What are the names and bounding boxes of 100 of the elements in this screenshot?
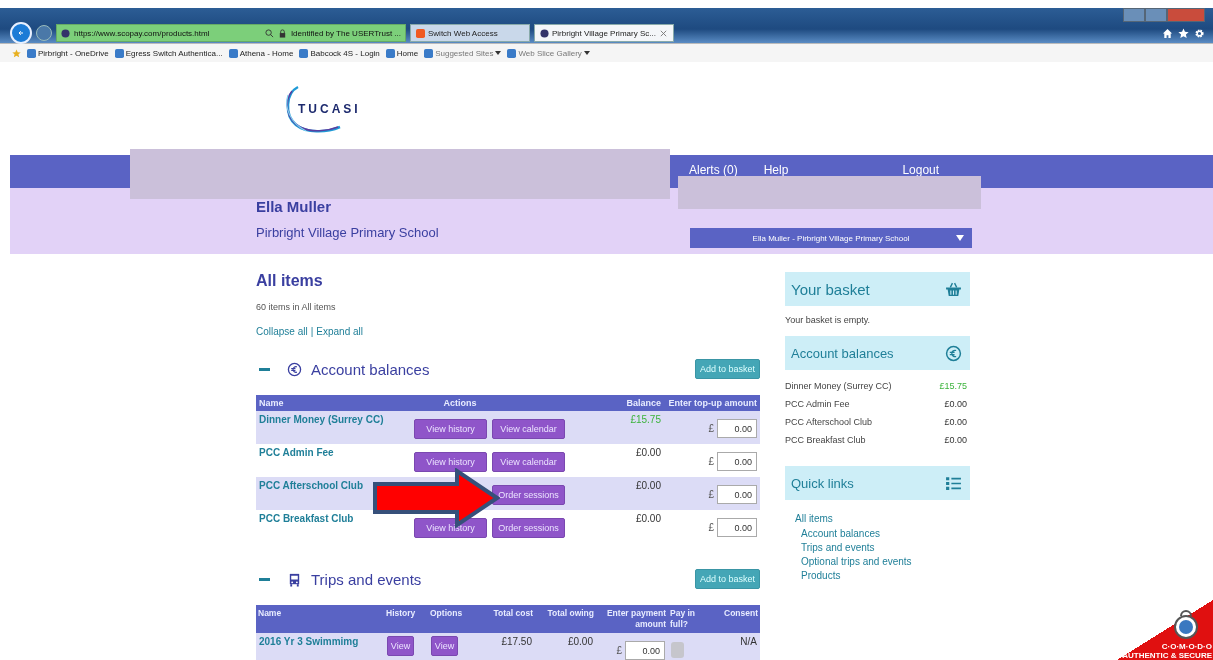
caret-icon [495,51,502,55]
action-button[interactable]: View history [414,452,487,472]
home-icon[interactable] [1162,28,1173,39]
page-icon [299,48,309,58]
star-icon[interactable] [1178,28,1189,39]
close-icon[interactable] [658,28,668,38]
expand-all-link[interactable]: Expand all [316,326,363,337]
balance-name: PCC Afterschool Club [785,417,873,427]
column-header: History [384,605,428,633]
currency-symbol: £ [708,423,714,434]
address-bar[interactable]: https://www.scopay.com/products.html Identified by The USERTrust ... [56,24,406,42]
account-name-link[interactable]: PCC Afterschool Club [259,480,364,491]
section-title: Trips and events [311,570,423,588]
column-header: Balance [568,395,664,411]
amount-input[interactable]: 0.00 [717,485,757,504]
account-name-link[interactable]: Dinner Money (Surrey CC) [259,414,384,425]
globe-icon [540,28,549,38]
settings-icon[interactable] [1194,28,1205,39]
list-icon [945,474,962,492]
action-button[interactable]: Order sessions [492,518,565,538]
balance-amount: £0.00 [944,399,967,409]
column-header: Total cost [480,605,535,633]
view-history-button[interactable]: View [387,636,414,656]
balance-amount: £0.00 [944,417,967,427]
total-owing: £0.00 [535,633,596,660]
search-icon [264,28,274,38]
account-name-link[interactable]: PCC Admin Fee [259,447,334,458]
account-name-link[interactable]: PCC Breakfast Club [259,513,354,524]
action-button[interactable]: Order sessions [492,485,565,505]
school-name: Pirbright Village Primary School [256,225,439,240]
column-header: Enter top-up amount [664,395,760,411]
amount-input[interactable]: 0.00 [625,641,665,660]
quick-link[interactable]: Trips and events [801,542,970,553]
action-button[interactable]: View calendar [492,452,565,472]
item-count: 60 items in All items [256,302,337,312]
balance-name: PCC Admin Fee [785,399,850,409]
page-title: All items [256,272,324,290]
page-icon [114,48,124,58]
amount-input[interactable]: 0.00 [717,518,757,537]
currency-symbol: £ [708,522,714,533]
collapse-icon[interactable] [259,367,270,371]
nav-link[interactable]: Help [763,164,789,177]
currency-symbol: £ [708,456,714,467]
favorite-link[interactable]: Suggested Sites [424,48,502,58]
quick-links-header: Quick links [785,466,970,500]
page-icon [385,48,395,58]
add-to-basket-button[interactable]: Add to basket [694,359,760,379]
back-button[interactable] [10,22,32,44]
favorite-link[interactable]: Home [385,48,419,58]
square-icon [416,28,425,38]
account-dropdown[interactable]: Ella Muller - Pirbright Village Primary School [690,228,972,248]
amount-input[interactable]: 0.00 [717,452,757,471]
quick-link[interactable]: Optional trips and events [801,556,970,567]
basket-header: Your basket [785,272,970,306]
pay-in-full-checkbox[interactable] [671,642,684,658]
favorite-link[interactable]: Babcock 4S - Login [299,48,380,58]
amount-input[interactable]: 0.00 [717,419,757,438]
section-title: Account balances [311,360,431,378]
view-options-button[interactable]: View [431,636,458,656]
star-icon[interactable] [12,48,21,58]
balance-amount: £15.75 [939,381,967,391]
column-header: Enter payment amount [596,605,668,633]
basket-status: Your basket is empty. [785,315,872,325]
quick-link[interactable]: All items [795,513,970,524]
action-button[interactable]: View history [414,419,487,439]
page-icon [424,48,434,58]
balance-amount: £0.00 [635,513,661,524]
column-header: Consent [710,605,760,633]
balance-name: Dinner Money (Surrey CC) [785,381,892,391]
separator: | [310,326,314,337]
padlock-icon [277,28,287,38]
currency-symbol: £ [616,645,622,656]
column-header: Name [256,605,384,633]
browser-tab[interactable]: Pirbright Village Primary Sc... [534,24,674,42]
currency-circle-icon [945,344,962,362]
quick-link[interactable]: Products [801,570,970,581]
balance-amount: £0.00 [635,480,661,491]
seal-brand: C·O·M·O·D·O [1161,642,1213,651]
column-header: Options [428,605,480,633]
nav-link[interactable]: Alerts (0) [689,164,738,177]
collapse-icon[interactable] [259,577,270,581]
logo: TUCASI [280,80,376,137]
balance-amount: £0.00 [944,435,967,445]
balance-amount: £0.00 [635,447,661,458]
page-icon [228,48,238,58]
add-to-basket-button[interactable]: Add to basket [694,569,760,589]
favorite-link[interactable]: Egress Switch Authentica... [114,48,223,58]
favorite-link[interactable]: Web Slice Gallery [507,48,590,58]
forward-button[interactable] [36,25,52,41]
action-button[interactable]: View history [414,518,487,538]
action-button[interactable]: View calendar [492,419,565,439]
favorite-link[interactable]: Athena - Home [228,48,294,58]
favorite-link[interactable]: Pirbright - OneDrive [27,48,109,58]
total-cost: £17.50 [480,633,535,660]
collapse-all-link[interactable]: Collapse all [256,326,308,337]
browser-tab[interactable]: Switch Web Access [410,24,530,42]
balance-name: PCC Breakfast Club [785,435,866,445]
page-icon [507,48,517,58]
quick-link[interactable]: Account balances [801,528,970,539]
nav-link[interactable]: Logout [902,164,940,177]
